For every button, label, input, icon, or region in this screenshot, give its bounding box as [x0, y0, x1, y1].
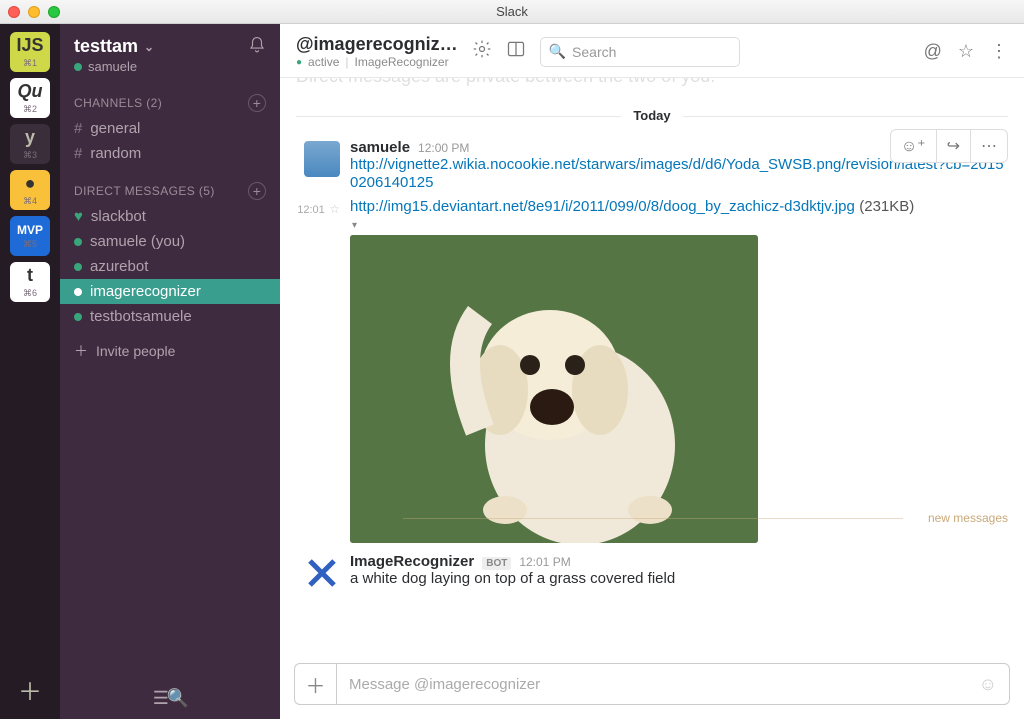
chevron-down-icon: ⌄ [144, 40, 154, 54]
sidebar-footer: ☰🔍 [60, 678, 280, 719]
workspace-icon[interactable]: ●⌘4 [10, 170, 50, 210]
channel-item[interactable]: #general [60, 116, 280, 141]
search-input[interactable]: 🔍 Search [540, 37, 740, 67]
timestamp: 12:01 [297, 204, 325, 216]
workspace-rail: IJS⌘1 Qu⌘2 y⌘3 ●⌘4 MVP⌘5 t⌘6 ＋ [0, 24, 60, 719]
conversation-title[interactable]: @imagerecogniz… [296, 34, 458, 55]
workspace-icon[interactable]: Qu⌘2 [10, 78, 50, 118]
message-link[interactable]: http://img15.deviantart.net/8e91/i/2011/… [350, 198, 855, 215]
dm-item[interactable]: testbotsamuele [60, 304, 280, 329]
message-input[interactable]: Message @imagerecognizer ☺ [336, 663, 1010, 705]
workspace-icon[interactable]: y⌘3 [10, 124, 50, 164]
maximize-icon[interactable] [48, 6, 60, 18]
date-divider: Today [296, 107, 1008, 125]
image-preview[interactable] [350, 235, 758, 543]
conversation-pane: @imagerecogniz… ● active | ImageRecogniz… [280, 24, 1024, 719]
conversation-header: @imagerecogniz… ● active | ImageRecogniz… [280, 24, 1024, 78]
star-icon[interactable]: ☆ [329, 202, 340, 216]
timestamp: 12:00 PM [418, 141, 469, 155]
info-text: Direct messages are private between the … [296, 78, 1008, 101]
minimize-icon[interactable] [28, 6, 40, 18]
workspace-icon[interactable]: MVP⌘5 [10, 216, 50, 256]
add-workspace-button[interactable]: ＋ [18, 672, 42, 707]
plus-icon: ＋ [74, 341, 88, 361]
presence-icon [74, 263, 82, 271]
sidebar: testtam ⌄ samuele CHANNELS (2) + #genera… [60, 24, 280, 719]
workspace-icon[interactable]: IJS⌘1 [10, 32, 50, 72]
hash-icon: # [74, 120, 82, 137]
channel-item[interactable]: #random [60, 141, 280, 166]
collapse-icon[interactable]: ▾ [352, 220, 1008, 231]
dm-item-selected[interactable]: imagerecognizer [60, 279, 280, 304]
sidebar-header[interactable]: testtam ⌄ samuele [60, 24, 280, 84]
dms-header[interactable]: DIRECT MESSAGES (5) + [60, 172, 280, 204]
attach-button[interactable]: ＋ [294, 663, 336, 705]
message-composer: ＋ Message @imagerecognizer ☺ [280, 655, 1024, 719]
conversation-subtitle: ● active | ImageRecognizer [296, 55, 458, 69]
presence-icon [74, 63, 82, 71]
mentions-icon[interactable]: @ [924, 41, 942, 62]
message: samuele 12:00 PM http://vignette2.wikia.… [296, 139, 1008, 192]
search-icon: 🔍 [549, 43, 566, 60]
dm-item[interactable]: ♥slackbot [60, 204, 280, 229]
presence-icon [74, 288, 82, 296]
channel-list: #general #random [60, 116, 280, 172]
jumper-icon[interactable]: ☰🔍 [153, 688, 188, 709]
add-dm-button[interactable]: + [248, 182, 266, 200]
message-actions: ☺⁺ ↪ ⋯ [890, 129, 1008, 163]
presence-icon [74, 238, 82, 246]
add-channel-button[interactable]: + [248, 94, 266, 112]
team-name: testtam ⌄ [74, 36, 154, 57]
invite-people-button[interactable]: ＋Invite people [60, 335, 280, 367]
reaction-icon[interactable]: ☺⁺ [891, 130, 937, 162]
emoji-icon[interactable]: ☺ [979, 674, 997, 695]
dm-item[interactable]: azurebot [60, 254, 280, 279]
file-size: (231KB) [859, 198, 914, 215]
avatar[interactable] [304, 141, 340, 177]
message-list: Direct messages are private between the … [280, 78, 1024, 655]
current-user: samuele [74, 59, 154, 74]
dm-list: ♥slackbot samuele (you) azurebot imagere… [60, 204, 280, 335]
close-icon[interactable] [8, 6, 20, 18]
app-shell: IJS⌘1 Qu⌘2 y⌘3 ●⌘4 MVP⌘5 t⌘6 ＋ testtam ⌄… [0, 24, 1024, 719]
window-controls [8, 6, 60, 18]
channels-header[interactable]: CHANNELS (2) + [60, 84, 280, 116]
more-icon[interactable]: ⋯ [971, 130, 1007, 162]
settings-icon[interactable] [472, 39, 492, 64]
timestamp: 12:01 PM [519, 555, 570, 569]
hash-icon: # [74, 145, 82, 162]
message: 12:01 ☆ http://img15.deviantart.net/8e91… [296, 198, 1008, 543]
window-titlebar: Slack [0, 0, 1024, 24]
avatar[interactable] [304, 555, 340, 591]
message-text: a white dog laying on top of a grass cov… [350, 570, 1008, 587]
window-title: Slack [496, 4, 528, 19]
star-icon[interactable]: ☆ [958, 41, 974, 62]
new-messages-divider: new messages [928, 511, 1008, 525]
author-name[interactable]: samuele [350, 139, 410, 156]
more-icon[interactable]: ⋮ [990, 41, 1008, 62]
heart-icon: ♥ [74, 208, 83, 225]
notifications-icon[interactable] [248, 36, 266, 59]
sidebar-toggle-icon[interactable] [506, 39, 526, 64]
presence-icon [74, 313, 82, 321]
dm-item[interactable]: samuele (you) [60, 229, 280, 254]
share-icon[interactable]: ↪ [937, 130, 971, 162]
workspace-icon[interactable]: t⌘6 [10, 262, 50, 302]
bot-badge: BOT [482, 557, 511, 570]
presence-icon: ● [296, 57, 302, 68]
message: ImageRecognizer BOT 12:01 PM a white dog… [296, 553, 1008, 596]
author-name[interactable]: ImageRecognizer [350, 553, 474, 570]
